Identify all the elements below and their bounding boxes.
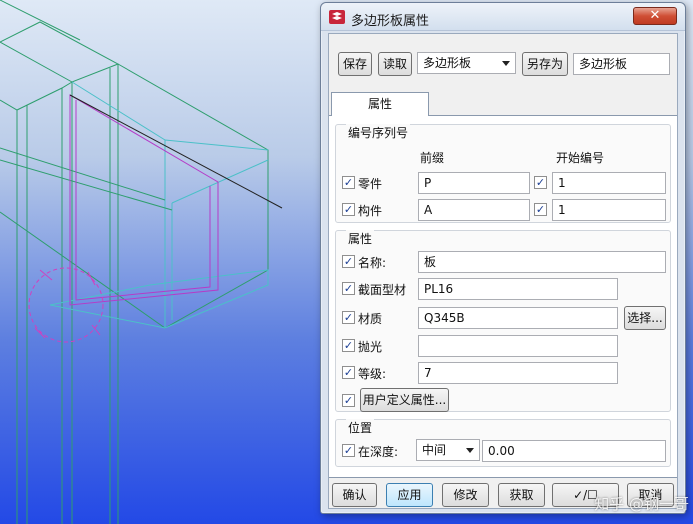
ok-button[interactable]: 确认 (332, 483, 377, 507)
part-prefix-input[interactable]: P (418, 172, 530, 194)
profile-input[interactable]: PL16 (418, 278, 618, 300)
finish-checkbox[interactable]: ✓ (342, 339, 355, 352)
material-checkbox[interactable]: ✓ (342, 311, 355, 324)
chevron-down-icon (466, 448, 474, 453)
dialog-title: 多边形板属性 (351, 14, 430, 29)
depth-select-value: 中间 (422, 443, 447, 457)
assembly-prefix-input[interactable]: A (418, 199, 530, 221)
profile-label: 截面型材 (358, 283, 407, 297)
preset-select-value: 多边形板 (423, 56, 472, 70)
depth-label: 在深度: (358, 445, 399, 459)
part-start-checkbox[interactable]: ✓ (534, 176, 547, 189)
position-group-title: 位置 (346, 419, 375, 436)
start-number-header: 开始编号 (556, 151, 605, 165)
assembly-label: 构件 (358, 204, 383, 218)
profile-checkbox[interactable]: ✓ (342, 282, 355, 295)
close-button[interactable]: ✕ (633, 7, 677, 25)
tab-strip: 属性 (329, 90, 677, 117)
watermark: 知乎 @钢一哥 (594, 495, 689, 513)
material-input[interactable]: Q345B (418, 307, 618, 329)
close-icon: ✕ (649, 8, 661, 23)
class-checkbox[interactable]: ✓ (342, 366, 355, 379)
numbering-group: 编号序列号 前缀 开始编号 ✓ 零件 P ✓ 1 ✓ 构件 A ✓ 1 (335, 124, 671, 223)
tab-properties[interactable]: 属性 (331, 92, 429, 117)
material-label: 材质 (358, 312, 383, 326)
depth-checkbox[interactable]: ✓ (342, 444, 355, 457)
name-input[interactable]: 板 (418, 251, 666, 273)
dialog-client: 保存 读取 多边形板 另存为 多边形板 属性 编号序列号 前缀 开始编号 ✓ 零… (328, 33, 678, 509)
class-label: 等级: (358, 367, 387, 381)
structure-wireframe (0, 0, 283, 524)
depth-offset-input[interactable]: 0.00 (482, 440, 666, 462)
assembly-checkbox[interactable]: ✓ (342, 203, 355, 216)
save-as-name-input[interactable]: 多边形板 (573, 53, 670, 75)
get-button[interactable]: 获取 (498, 483, 545, 507)
attributes-group: 属性 ✓ 名称: 板 ✓ 截面型材 PL16 ✓ 材质 Q345B 选择... … (335, 230, 671, 412)
apply-button[interactable]: 应用 (386, 483, 433, 507)
app-icon (329, 10, 345, 24)
part-label: 零件 (358, 177, 383, 191)
plate-properties-dialog: 多边形板属性 ✕ 保存 读取 多边形板 另存为 多边形板 属性 编号序列号 前缀… (320, 2, 686, 514)
prefix-header: 前缀 (420, 151, 445, 165)
load-button[interactable]: 读取 (378, 52, 412, 76)
udf-checkbox[interactable]: ✓ (342, 394, 355, 407)
attributes-group-title: 属性 (346, 230, 375, 247)
assembly-start-checkbox[interactable]: ✓ (534, 203, 547, 216)
assembly-start-input[interactable]: 1 (552, 199, 666, 221)
name-checkbox[interactable]: ✓ (342, 255, 355, 268)
tab-panel-properties: 编号序列号 前缀 开始编号 ✓ 零件 P ✓ 1 ✓ 构件 A ✓ 1 属性 ✓… (329, 116, 677, 478)
chevron-down-icon (502, 61, 510, 66)
preset-select[interactable]: 多边形板 (417, 52, 516, 74)
material-select-button[interactable]: 选择... (624, 306, 666, 330)
save-as-button[interactable]: 另存为 (522, 52, 568, 76)
position-group: 位置 ✓ 在深度: 中间 0.00 (335, 419, 671, 467)
part-start-input[interactable]: 1 (552, 172, 666, 194)
class-input[interactable]: 7 (418, 362, 618, 384)
numbering-group-title: 编号序列号 (346, 124, 411, 141)
finish-label: 抛光 (358, 340, 383, 354)
name-label: 名称: (358, 256, 387, 270)
depth-select[interactable]: 中间 (416, 439, 480, 461)
user-defined-attributes-button[interactable]: 用户定义属性... (360, 388, 449, 412)
finish-input[interactable] (418, 335, 618, 357)
dialog-titlebar: 多边形板属性 ✕ (321, 3, 685, 31)
save-button[interactable]: 保存 (338, 52, 372, 76)
modify-button[interactable]: 修改 (442, 483, 489, 507)
part-checkbox[interactable]: ✓ (342, 176, 355, 189)
